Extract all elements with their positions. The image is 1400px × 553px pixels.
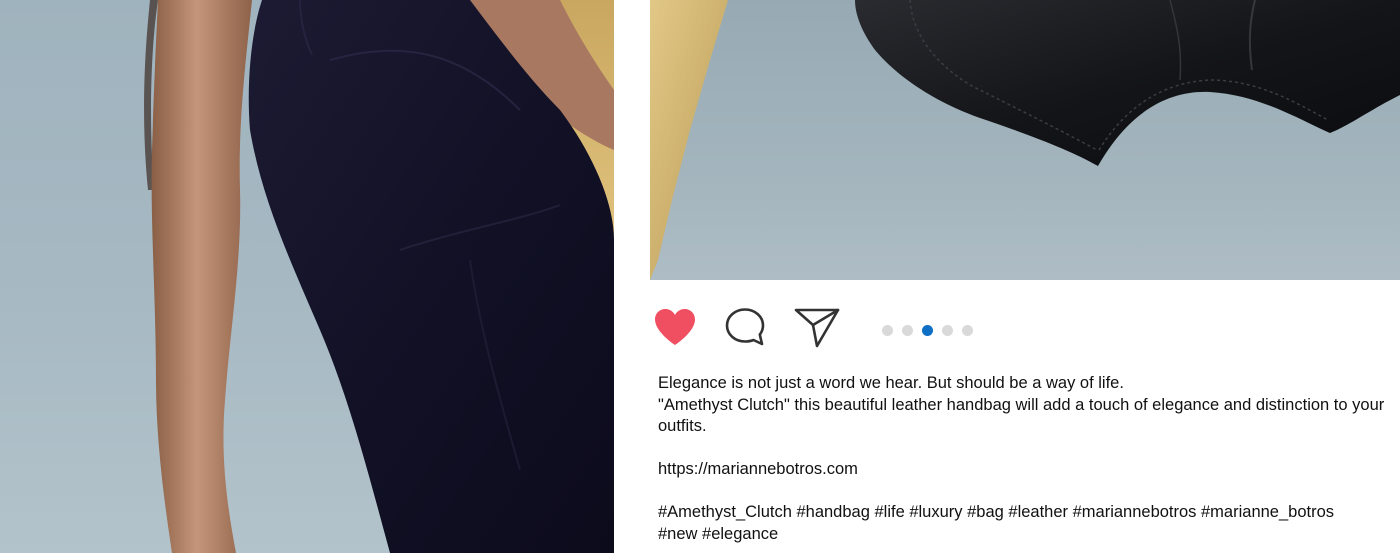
carousel-dot[interactable] [942, 325, 953, 336]
model-photo-illustration [144, 0, 614, 553]
post-page: Elegance is not just a word we hear. But… [0, 0, 1400, 553]
caption-line: "Amethyst Clutch" this beautiful leather… [658, 395, 1385, 414]
carousel-dot[interactable] [962, 325, 973, 336]
post-action-bar [652, 306, 992, 350]
caption-hashtags[interactable]: #Amethyst_Clutch #handbag #life #luxury … [658, 502, 1400, 524]
caption-line: Elegance is not just a word we hear. But… [658, 374, 1124, 392]
paper-plane-icon [794, 308, 840, 348]
post-caption: Elegance is not just a word we hear. But… [658, 373, 1400, 545]
carousel-dot-active[interactable] [922, 325, 933, 336]
model-in-black-dress-photo[interactable] [0, 0, 614, 553]
comment-button[interactable] [724, 306, 770, 350]
clutch-photo-illustration [650, 0, 1400, 280]
heart-icon [655, 309, 695, 345]
caption-line: outfits. [658, 417, 707, 435]
carousel-dot[interactable] [882, 325, 893, 336]
caption-hashtags[interactable]: #new #elegance [658, 524, 1400, 546]
like-button[interactable] [652, 306, 698, 350]
caption-link[interactable]: https://mariannebotros.com [658, 459, 1400, 481]
share-button[interactable] [794, 306, 840, 350]
black-leather-clutch-photo[interactable] [650, 0, 1400, 280]
carousel-dot[interactable] [902, 325, 913, 336]
speech-bubble-icon [725, 308, 765, 346]
